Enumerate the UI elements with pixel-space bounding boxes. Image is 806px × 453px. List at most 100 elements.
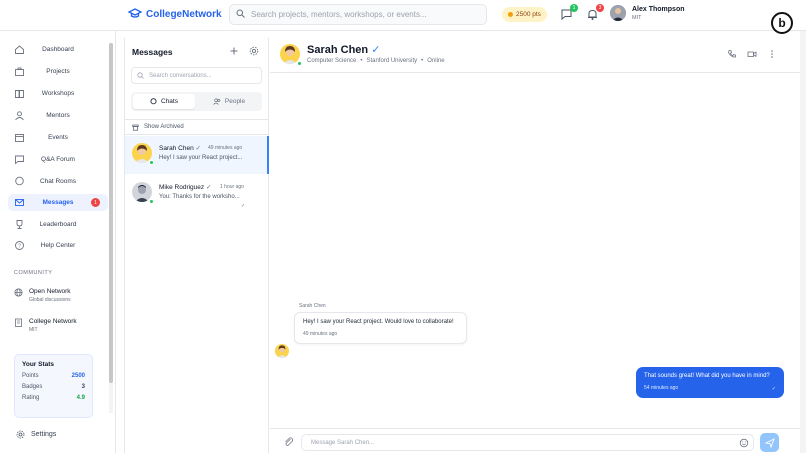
gear-icon[interactable] bbox=[249, 46, 259, 56]
sidebar-item-chat-rooms[interactable]: Chat Rooms bbox=[8, 173, 108, 190]
contact-university: Stanford University bbox=[366, 58, 418, 64]
conversation-name: Sarah Chen ✓ bbox=[159, 145, 201, 152]
emoji-icon[interactable] bbox=[739, 438, 749, 448]
message-time: 54 minutes ago bbox=[644, 385, 679, 391]
send-button[interactable] bbox=[760, 433, 779, 452]
coin-icon bbox=[508, 12, 513, 17]
messages-panel: Messages Search conversations... Chats P… bbox=[124, 38, 269, 453]
building-icon bbox=[15, 318, 22, 327]
message-input-placeholder: Message Sarah Chen... bbox=[311, 439, 375, 446]
more-vertical-icon[interactable] bbox=[767, 49, 777, 59]
conversation-item-sarah-chen[interactable]: Sarah Chen ✓ 49 minutes ago Hey! I saw y… bbox=[125, 136, 269, 174]
points-badge[interactable]: 2500 pts bbox=[502, 7, 547, 22]
message-composer: Message Sarah Chen... bbox=[270, 428, 800, 453]
online-indicator bbox=[149, 160, 154, 165]
stats-title: Your Stats bbox=[22, 361, 55, 368]
globe-icon bbox=[14, 288, 23, 297]
avatar bbox=[610, 5, 626, 21]
community-college-network[interactable]: College Network MIT bbox=[14, 318, 77, 333]
top-bar: CollegeNetwork Search projects, mentors,… bbox=[0, 0, 806, 34]
archive-icon bbox=[132, 124, 139, 131]
contact-major: Computer Science bbox=[307, 58, 357, 64]
search-icon bbox=[236, 9, 245, 20]
incoming-sender-name: Sarah Chen bbox=[299, 303, 326, 309]
community-open-network[interactable]: Open Network Global discussions bbox=[14, 288, 71, 303]
global-search-input[interactable]: Search projects, mentors, workshops, or … bbox=[229, 4, 487, 25]
user-menu[interactable]: Alex Thompson MIT bbox=[610, 5, 685, 21]
message-input[interactable]: Message Sarah Chen... bbox=[301, 434, 754, 451]
chat-contact-details: Computer Science • Stanford University • O… bbox=[307, 58, 445, 64]
conversation-item-mike-rodriguez[interactable]: Mike Rodriguez ✓ 1 hour ago You: Thanks … bbox=[125, 175, 269, 213]
stat-label: Points bbox=[22, 373, 39, 379]
messages-badge: 1 bbox=[91, 198, 100, 207]
app-logo[interactable]: CollegeNetwork bbox=[127, 8, 222, 21]
community-subtitle: Global discussions bbox=[29, 297, 71, 303]
search-placeholder: Search conversations... bbox=[149, 72, 212, 79]
tab-people[interactable]: People bbox=[198, 94, 260, 109]
stat-value: 2500 bbox=[71, 373, 85, 379]
incoming-message-bubble: Hey! I saw your React project. Would lov… bbox=[294, 312, 467, 344]
sidebar-item-label: Projects bbox=[46, 68, 70, 75]
sidebar-item-label: Mentors bbox=[46, 112, 70, 119]
chats-people-toggle: Chats People bbox=[131, 92, 262, 111]
page-scrollbar[interactable] bbox=[800, 31, 806, 453]
sidebar-item-qa-forum[interactable]: Q&A Forum bbox=[8, 151, 108, 168]
sidebar-item-leaderboard[interactable]: Leaderboard bbox=[8, 216, 108, 233]
search-placeholder: Search projects, mentors, workshops, or … bbox=[251, 10, 427, 19]
video-call-icon[interactable] bbox=[747, 49, 757, 59]
online-indicator bbox=[297, 61, 302, 66]
sidebar-item-mentors[interactable]: Mentors bbox=[8, 107, 108, 124]
tab-label: People bbox=[224, 98, 246, 105]
tab-chats[interactable]: Chats bbox=[133, 94, 195, 109]
settings-button[interactable]: Settings bbox=[16, 430, 56, 439]
community-subtitle: MIT bbox=[29, 327, 38, 333]
stats-card: Your Stats Points 2500 Badges 3 Rating 4… bbox=[14, 354, 93, 418]
community-title: College Network bbox=[29, 318, 77, 325]
show-archived-button[interactable]: Show Archived bbox=[125, 119, 269, 135]
sidebar-scrollbar[interactable] bbox=[109, 43, 113, 413]
stat-value: 3 bbox=[81, 384, 85, 390]
send-icon bbox=[764, 437, 775, 448]
archived-label: Show Archived bbox=[144, 124, 184, 130]
outgoing-message-bubble: That sounds great! What did you have in … bbox=[636, 367, 784, 398]
community-title: Open Network bbox=[29, 288, 71, 295]
search-icon bbox=[137, 72, 144, 79]
notifications-button[interactable]: 3 bbox=[586, 4, 604, 22]
sidebar-item-projects[interactable]: Projects bbox=[8, 63, 108, 80]
new-message-plus-icon[interactable] bbox=[229, 46, 239, 56]
notifications-count-badge: 3 bbox=[596, 4, 604, 12]
stat-row-points: Points 2500 bbox=[22, 373, 85, 379]
sidebar-item-events[interactable]: Events bbox=[8, 129, 108, 146]
conversation-time: 1 hour ago bbox=[220, 184, 244, 190]
message-time: 49 minutes ago bbox=[303, 331, 338, 337]
avatar bbox=[275, 344, 289, 358]
sidebar-item-dashboard[interactable]: Dashboard bbox=[8, 41, 108, 58]
user-name: Alex Thompson bbox=[632, 5, 685, 13]
paperclip-icon[interactable] bbox=[283, 436, 294, 447]
scrollbar-thumb[interactable] bbox=[109, 43, 113, 383]
phone-icon[interactable] bbox=[727, 49, 737, 59]
sidebar-item-label: Leaderboard bbox=[39, 221, 77, 228]
sidebar-item-workshops[interactable]: Workshops bbox=[8, 85, 108, 102]
contact-status: Online bbox=[427, 58, 445, 64]
stat-row-rating: Rating 4.9 bbox=[22, 395, 85, 401]
users-icon bbox=[213, 98, 221, 105]
conversation-name: Mike Rodriguez ✓ bbox=[159, 184, 212, 191]
chat-pane: Sarah Chen ✓ Computer Science • Stanford … bbox=[270, 38, 800, 453]
graduation-cap-icon bbox=[127, 8, 143, 21]
verified-check-icon: ✓ bbox=[368, 44, 381, 56]
sidebar: Dashboard Projects Workshops Mentors Eve… bbox=[0, 31, 116, 453]
sidebar-item-help-center[interactable]: ? Help Center bbox=[8, 237, 108, 254]
stat-label: Rating bbox=[22, 395, 40, 401]
conversation-time: 49 minutes ago bbox=[208, 145, 243, 151]
sidebar-item-label: Workshops bbox=[41, 90, 75, 97]
messages-panel-title: Messages bbox=[132, 47, 173, 57]
sidebar-item-label: Dashboard bbox=[42, 46, 74, 53]
messages-button[interactable]: 1 bbox=[560, 4, 578, 22]
conversation-search-input[interactable]: Search conversations... bbox=[131, 67, 262, 84]
stat-label: Badges bbox=[22, 384, 43, 390]
sidebar-item-messages[interactable]: Messages 1 bbox=[8, 194, 108, 211]
stat-row-badges: Badges 3 bbox=[22, 384, 85, 390]
message-text: That sounds great! What did you have in … bbox=[644, 373, 770, 379]
sidebar-item-label: Help Center bbox=[40, 242, 76, 249]
